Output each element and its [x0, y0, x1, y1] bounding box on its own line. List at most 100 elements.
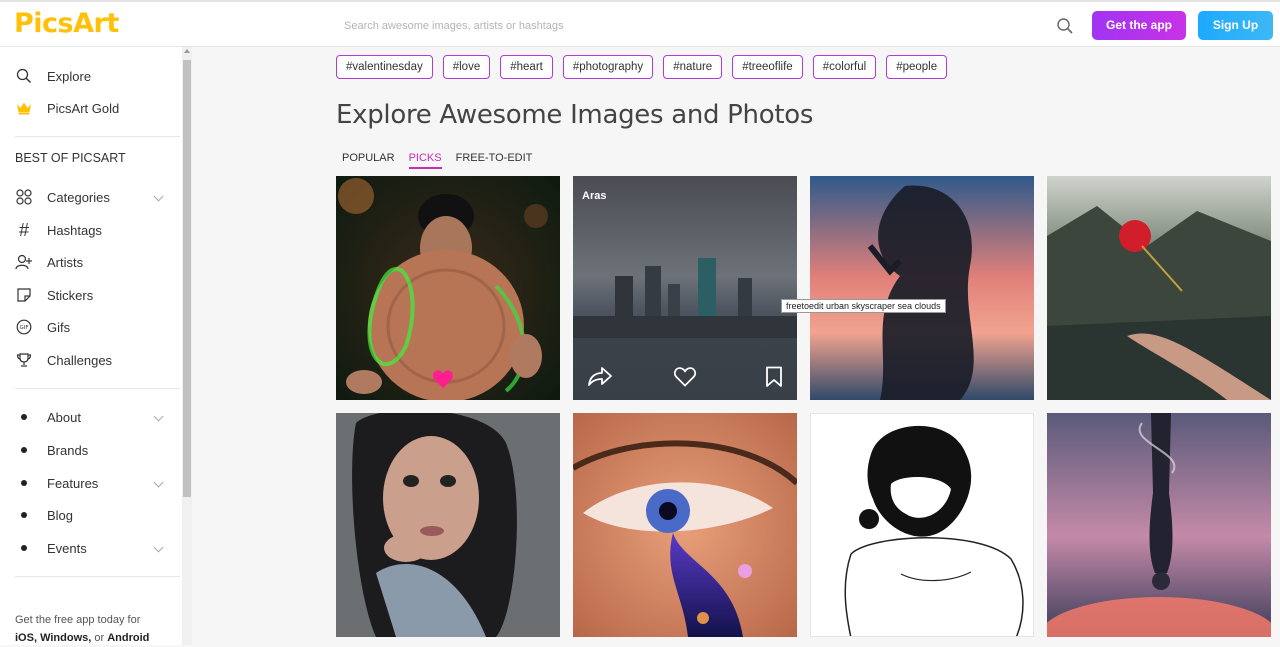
sidebar-item-gifs[interactable]: GIF Gifs [0, 312, 182, 342]
explore-tabs: POPULAR PICKS FREE-TO-EDIT [342, 152, 532, 169]
sidebar-item-label: Explore [47, 68, 92, 84]
hashtag-chip[interactable]: #nature [663, 55, 723, 79]
trophy-icon [15, 351, 33, 369]
hashtag-chip[interactable]: #photography [562, 55, 654, 79]
section-title: BEST OF PICSART [15, 151, 126, 165]
hashtag-chip[interactable]: #colorful [812, 55, 877, 79]
bullet-icon [15, 474, 33, 492]
divider [15, 576, 180, 577]
sidebar-item-label: Features [47, 475, 99, 491]
sidebar-item-label: Blog [47, 507, 74, 523]
top-bar: PicsArt Get the app Sign Up [0, 0, 1280, 47]
bullet-icon [15, 408, 33, 426]
search-icon[interactable] [1056, 17, 1074, 35]
author-name[interactable]: Aras [582, 190, 606, 202]
hashtag-list: #valentinesday #love #heart #photography… [336, 55, 948, 79]
divider [15, 136, 180, 137]
sidebar-scrollbar[interactable] [182, 47, 192, 645]
promo-text: Get the free app today for [15, 614, 141, 626]
photo-galaxy-eye [573, 413, 797, 637]
photo-card[interactable] [336, 413, 560, 637]
sidebar-item-blog[interactable]: Blog [0, 500, 182, 530]
add-user-icon [15, 253, 33, 271]
photo-card[interactable] [1047, 176, 1271, 400]
chevron-down-icon[interactable] [153, 477, 164, 488]
sidebar-item-label: Hashtags [47, 222, 102, 238]
chevron-down-icon[interactable] [153, 411, 164, 422]
scroll-up-arrow-icon[interactable] [184, 49, 190, 53]
photo-card[interactable] [336, 176, 560, 400]
promo-or: or [94, 632, 105, 644]
hashtag-chip[interactable]: #people [886, 55, 948, 79]
photo-card[interactable] [810, 413, 1034, 637]
sidebar-item-label: About [47, 409, 81, 425]
photo-card[interactable] [1047, 413, 1271, 637]
sidebar-item-label: Events [47, 540, 87, 556]
sidebar-item-hashtags[interactable]: # Hashtags [0, 215, 182, 245]
photo-hand-red-flower [1047, 176, 1271, 400]
heart-icon[interactable] [673, 366, 697, 387]
hash-icon: # [18, 219, 29, 240]
search-box[interactable] [336, 10, 1080, 41]
photo-upside-down-figure [1047, 413, 1271, 637]
sidebar-item-explore[interactable]: Explore [0, 61, 182, 91]
search-icon [15, 67, 33, 85]
sign-up-button[interactable]: Sign Up [1198, 11, 1273, 40]
grid-icon [15, 188, 33, 206]
sidebar-item-picsart-gold[interactable]: PicsArt Gold [0, 93, 182, 123]
page-title: Explore Awesome Images and Photos [336, 100, 814, 130]
photo-line-art-man [811, 414, 1033, 636]
photo-silhouette-sunset [810, 176, 1034, 400]
search-input[interactable] [336, 10, 1036, 41]
liked-heart-icon[interactable] [432, 369, 454, 389]
sticker-icon [15, 286, 33, 304]
picsart-logo[interactable]: PicsArt [14, 8, 119, 39]
hashtag-chip[interactable]: #love [442, 55, 491, 79]
bullet-icon [15, 539, 33, 557]
sidebar-item-label: Stickers [47, 287, 94, 303]
svg-text:GIF: GIF [19, 325, 28, 331]
sidebar-item-label: PicsArt Gold [47, 100, 120, 116]
tab-free-to-edit[interactable]: FREE-TO-EDIT [456, 152, 533, 169]
get-app-promo: Get the free app today for iOS, Windows,… [15, 611, 149, 647]
hashtag-chip[interactable]: #heart [500, 55, 553, 79]
crown-icon [15, 99, 33, 117]
sidebar-item-label: Categories [47, 189, 110, 205]
sidebar-item-features[interactable]: Features [0, 468, 182, 498]
get-the-app-button[interactable]: Get the app [1092, 11, 1186, 40]
sidebar-item-label: Gifs [47, 319, 71, 335]
tab-popular[interactable]: POPULAR [342, 152, 395, 169]
tab-picks[interactable]: PICKS [408, 152, 442, 169]
divider [15, 388, 180, 389]
sidebar-item-label: Artists [47, 254, 84, 270]
sidebar-item-label: Challenges [47, 352, 113, 368]
sidebar-item-stickers[interactable]: Stickers [0, 280, 182, 310]
bullet-icon [15, 506, 33, 524]
photo-girl-portrait [336, 413, 560, 637]
android-link[interactable]: Android [107, 632, 149, 644]
bookmark-icon[interactable] [765, 366, 783, 388]
sidebar-item-artists[interactable]: Artists [0, 247, 182, 277]
chevron-down-icon[interactable] [153, 191, 164, 202]
bullet-icon [15, 441, 33, 459]
photo-card[interactable] [810, 176, 1034, 400]
sidebar-item-categories[interactable]: Categories [0, 182, 182, 212]
image-tooltip: freetoedit urban skyscraper sea clouds [781, 299, 946, 313]
sidebar: Explore PicsArt Gold BEST OF PICSART Cat… [0, 47, 182, 645]
gif-icon: GIF [15, 318, 33, 336]
scrollbar-thumb[interactable] [183, 60, 191, 497]
photo-man-with-hat [336, 176, 560, 400]
photo-card-hovered[interactable]: Aras [573, 176, 797, 400]
sidebar-item-brands[interactable]: Brands [0, 435, 182, 465]
chevron-down-icon[interactable] [153, 542, 164, 553]
sidebar-item-challenges[interactable]: Challenges [0, 345, 182, 375]
photo-card[interactable] [573, 413, 797, 637]
sidebar-item-events[interactable]: Events [0, 533, 182, 563]
sidebar-item-about[interactable]: About [0, 402, 182, 432]
ios-link[interactable]: iOS, [15, 632, 37, 644]
hashtag-chip[interactable]: #treeoflife [732, 55, 803, 79]
share-icon[interactable] [587, 365, 613, 387]
windows-link[interactable]: Windows, [40, 632, 91, 644]
sidebar-item-label: Brands [47, 442, 89, 458]
hashtag-chip[interactable]: #valentinesday [336, 55, 433, 79]
